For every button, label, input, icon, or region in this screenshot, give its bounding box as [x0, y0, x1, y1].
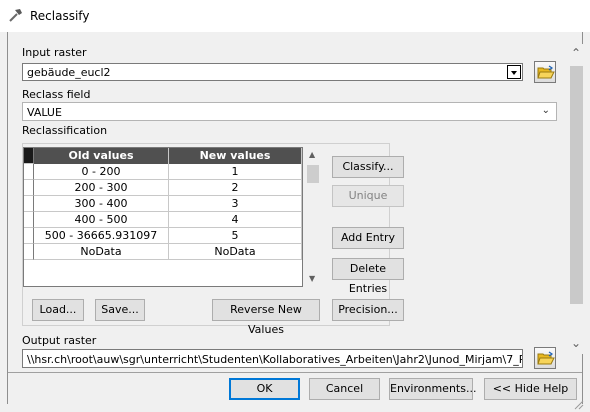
table-cell-old[interactable]: 0 - 200 [34, 164, 169, 180]
delete-entries-button[interactable]: Delete Entries [332, 258, 404, 295]
chevron-down-icon[interactable]: ⌄ [571, 336, 581, 350]
reclass-field-dropdown[interactable]: VALUE ⌄ [22, 102, 557, 121]
add-entry-button[interactable]: Add Entry [332, 227, 404, 249]
hide-help-button[interactable]: << Hide Help [484, 378, 577, 400]
reclass-field-value: VALUE [27, 106, 62, 119]
row-selector[interactable] [24, 244, 34, 260]
table-cell-new[interactable]: NoData [169, 244, 302, 260]
output-raster-input[interactable]: \\hsr.ch\root\auw\sgr\unterricht\Student… [22, 349, 523, 368]
cancel-button[interactable]: Cancel [309, 378, 380, 400]
open-folder-icon [537, 351, 555, 365]
column-header-new-values[interactable]: New values [169, 148, 302, 164]
chevron-up-icon[interactable]: ⌃ [571, 46, 581, 60]
chevron-down-icon: ⌄ [541, 105, 550, 116]
resize-grip-icon[interactable] [572, 398, 584, 410]
table-cell-old[interactable]: 300 - 400 [34, 196, 169, 212]
reclass-field-label: Reclass field [22, 88, 91, 101]
table-scrollbar-thumb[interactable] [307, 165, 319, 183]
table-cell-old[interactable]: 500 - 36665.931097 [34, 228, 169, 244]
table-cell-old[interactable]: 400 - 500 [34, 212, 169, 228]
hammer-icon [8, 7, 24, 23]
dialog-scrollbar[interactable]: ⌃ ⌄ [568, 44, 585, 354]
table-cell-new[interactable]: 1 [169, 164, 302, 180]
output-raster-label: Output raster [22, 334, 97, 347]
table-cell-old[interactable]: 200 - 300 [34, 180, 169, 196]
unique-button[interactable]: Unique [332, 185, 404, 207]
table-cell-new[interactable]: 3 [169, 196, 302, 212]
classify-button[interactable]: Classify... [332, 156, 404, 178]
table-cell-new[interactable]: 5 [169, 228, 302, 244]
row-selector[interactable] [24, 180, 34, 196]
table-scrollbar[interactable]: ▲ ▼ [305, 147, 321, 287]
title-bar: Reclassify [0, 0, 590, 32]
output-raster-value: \\hsr.ch\root\auw\sgr\unterricht\Student… [27, 353, 523, 366]
input-raster-browse-button[interactable] [534, 61, 556, 83]
input-raster-dropdown[interactable]: gebäude_eucl2 [22, 63, 523, 81]
open-folder-icon [537, 65, 555, 79]
reverse-new-values-button[interactable]: Reverse New Values [212, 299, 320, 336]
column-header-old-values[interactable]: Old values [34, 148, 169, 164]
environments-button[interactable]: Environments... [389, 378, 476, 400]
save-button[interactable]: Save... [95, 299, 145, 321]
chevron-down-icon[interactable] [507, 65, 521, 79]
row-selector[interactable] [24, 196, 34, 212]
input-raster-label: Input raster [22, 46, 87, 59]
dialog-scrollbar-thumb[interactable] [570, 66, 583, 304]
chevron-up-icon[interactable]: ▲ [309, 150, 315, 159]
window-title: Reclassify [30, 9, 90, 23]
reclassification-label: Reclassification [22, 124, 108, 137]
header-corner [24, 148, 34, 164]
table-cell-new[interactable]: 4 [169, 212, 302, 228]
precision-button[interactable]: Precision... [332, 299, 404, 321]
row-selector[interactable] [24, 228, 34, 244]
chevron-down-icon[interactable]: ▼ [309, 274, 315, 283]
table-cell-new[interactable]: 2 [169, 180, 302, 196]
load-button[interactable]: Load... [32, 299, 84, 321]
row-selector[interactable] [24, 164, 34, 180]
reclassification-table[interactable]: Old values New values 0 - 200 1 200 - 30… [23, 147, 303, 287]
output-raster-browse-button[interactable] [534, 347, 556, 369]
ok-button[interactable]: OK [229, 378, 300, 400]
row-selector[interactable] [24, 212, 34, 228]
table-cell-old[interactable]: NoData [34, 244, 169, 260]
input-raster-value: gebäude_eucl2 [27, 66, 111, 79]
